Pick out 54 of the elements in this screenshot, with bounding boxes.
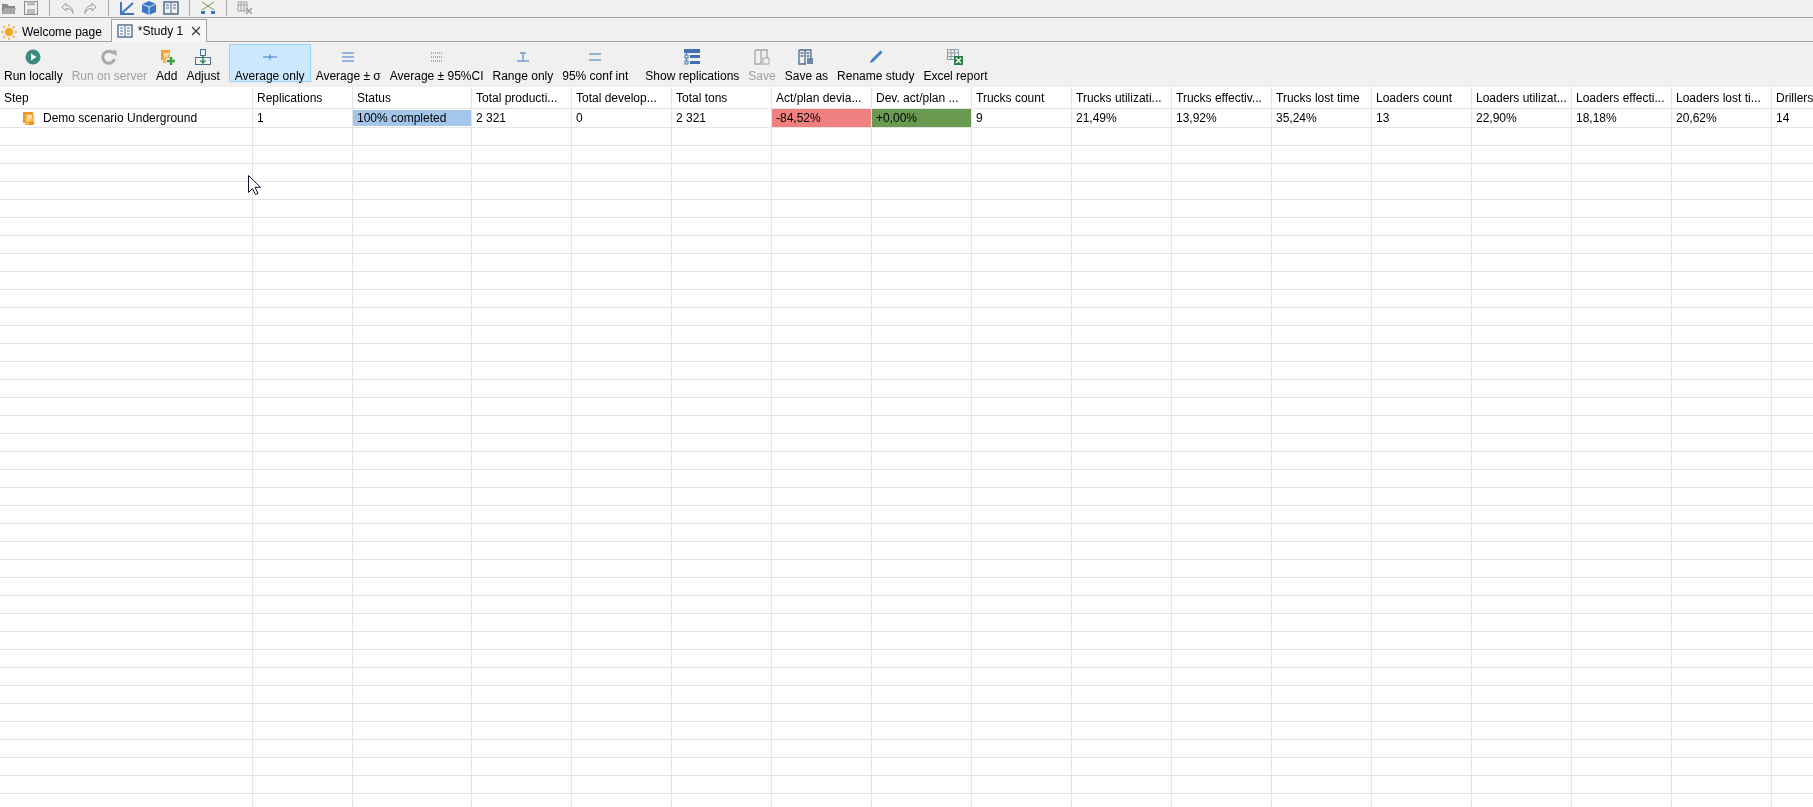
table-cell: 21,49% [1072, 109, 1172, 128]
dotted-lines-icon [428, 49, 445, 65]
table-cell: -84,52% [772, 109, 872, 128]
toolbar-button[interactable]: Rename study [833, 44, 919, 82]
tab[interactable]: *Study 1 [110, 19, 208, 42]
tree-icon [684, 49, 701, 65]
undo-icon[interactable] [60, 1, 76, 15]
toolbar-button[interactable]: Average ± σ [311, 44, 385, 82]
toolbar-button[interactable]: Show replications [641, 44, 744, 82]
table-cell: 2 321 [472, 109, 572, 128]
table-cell: 13,92% [1172, 109, 1272, 128]
table-cell: 35,24% [1272, 109, 1372, 128]
table-cell: 18,18% [1572, 109, 1672, 128]
folder-icon[interactable] [1, 1, 17, 15]
book-icon [116, 23, 133, 39]
i-beam-icon [514, 49, 531, 65]
toolbar-button[interactable]: Excel report [919, 44, 992, 82]
book-disk-icon [798, 49, 815, 65]
tab[interactable]: Welcome page [0, 20, 108, 42]
table-cell: 13 [1372, 109, 1472, 128]
scenario-name: Demo scenario Underground [43, 111, 198, 125]
save-icon[interactable] [23, 1, 39, 15]
refresh-icon [101, 49, 118, 65]
toolbar-button[interactable]: Run locally [0, 44, 67, 82]
close-icon[interactable] [191, 26, 202, 36]
grid-x-icon[interactable] [237, 1, 253, 15]
book-icon[interactable] [163, 1, 179, 15]
cube-icon[interactable] [141, 1, 157, 15]
spreadsheet-icon [947, 49, 964, 65]
play-icon [25, 49, 42, 65]
table-cell: +0,00% [872, 109, 972, 128]
angle-icon[interactable] [119, 1, 135, 15]
toolbar-button[interactable]: Average ± 95%CI [385, 44, 488, 82]
redo-icon[interactable] [82, 1, 98, 15]
toolbar-button[interactable]: 95% conf int [558, 44, 633, 82]
toolbar-button[interactable]: Average only [228, 44, 311, 82]
toolbar-button[interactable]: Adjust [182, 44, 224, 82]
table-cell: 22,90% [1472, 109, 1572, 128]
sun-icon [1, 23, 17, 40]
table-cell: 9 [972, 109, 1072, 128]
nodes-icon[interactable] [200, 1, 216, 15]
table-cell: 0 [572, 109, 672, 128]
boxes-arrow-icon [195, 49, 212, 65]
book-disk-icon [754, 49, 770, 65]
toolbar-button[interactable]: Add [152, 44, 182, 82]
cursor-icon [248, 175, 261, 195]
status-text: 100% completed [356, 111, 447, 125]
table-cell: 14 [1772, 109, 1813, 128]
toolbar-button[interactable]: Range only [488, 44, 558, 82]
toolbar-button[interactable]: Save as [780, 44, 833, 82]
table-cell: 20,62% [1672, 109, 1772, 128]
scroll-add-icon [158, 49, 175, 65]
pencil-icon [867, 49, 884, 65]
three-lines-icon [340, 49, 357, 65]
